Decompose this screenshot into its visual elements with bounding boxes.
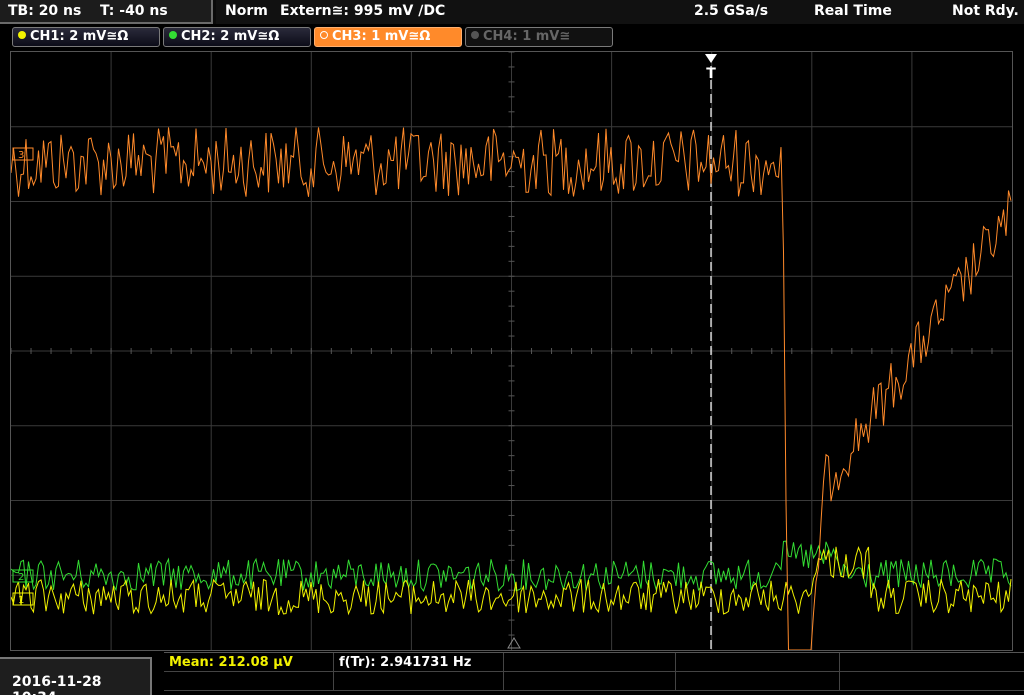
acquisition-state: Not Rdy. — [952, 3, 1019, 19]
trigger-marker-label: T — [706, 66, 716, 82]
channel-2-label: CH2: 2 mV≅Ω — [181, 29, 280, 44]
acquisition-mode: Real Time — [814, 3, 892, 19]
measurement-empty-cell — [840, 672, 1024, 691]
channel-1-marker-label: 1 — [18, 595, 24, 606]
channel-2-button[interactable]: CH2: 2 mV≅Ω — [163, 27, 311, 47]
measurement-empty-cell — [676, 653, 840, 672]
waveform-display[interactable]: T 3 2 1 — [10, 51, 1013, 651]
measurement-empty-cell — [840, 653, 1024, 672]
trigger-source: Extern≅: 995 mV ∕DC — [280, 3, 446, 19]
measurement-empty-cell — [504, 653, 676, 672]
channel-3-button[interactable]: CH3: 1 mV≅Ω — [314, 27, 462, 47]
timebase-box[interactable]: TB: 20 ns T: -40 ns — [0, 0, 213, 24]
trigger-mode: Norm — [225, 3, 268, 19]
datetime-box: 2016-11-28 10:34 — [0, 657, 152, 695]
trigger-position-icon[interactable] — [705, 54, 717, 63]
timebase-label: TB: 20 ns — [8, 3, 82, 19]
measurement-table[interactable]: Mean: 212.08 µV f(Tr): 2.941731 Hz — [164, 652, 1024, 695]
datetime-label: 2016-11-28 10:34 — [12, 674, 102, 695]
acquisition-status[interactable]: Norm Extern≅: 995 mV ∕DC 2.5 GSa/s Real … — [216, 0, 1024, 24]
channel-1-indicator-icon — [18, 31, 26, 39]
channel-4-label: CH4: 1 mV≅ — [483, 29, 571, 44]
measurement-empty-cell — [164, 672, 334, 691]
channel-2-indicator-icon — [169, 31, 177, 39]
channel-bar: CH1: 2 mV≅Ω CH2: 2 mV≅Ω CH3: 1 mV≅Ω CH4:… — [0, 24, 1024, 50]
channel-3-indicator-icon — [320, 31, 328, 39]
channel-3-label: CH3: 1 mV≅Ω — [332, 29, 431, 44]
measurement-empty-cell — [504, 672, 676, 691]
measurement-empty-cell — [676, 672, 840, 691]
channel-1-button[interactable]: CH1: 2 mV≅Ω — [12, 27, 160, 47]
channel-2-marker-label: 2 — [18, 572, 24, 583]
measurement-mean: Mean: 212.08 µV — [164, 653, 334, 672]
measurement-empty-cell — [334, 672, 504, 691]
waveform-canvas: T 3 2 1 — [11, 52, 1012, 650]
measurement-frequency: f(Tr): 2.941731 Hz — [334, 653, 504, 672]
time-offset-label: T: -40 ns — [100, 3, 168, 19]
channel-1-label: CH1: 2 mV≅Ω — [30, 29, 129, 44]
channel-3-offset-marker[interactable]: 3 — [12, 147, 34, 161]
channel-3-marker-label: 3 — [18, 150, 24, 161]
channel-4-button[interactable]: CH4: 1 mV≅ — [465, 27, 613, 47]
sample-rate: 2.5 GSa/s — [694, 3, 769, 19]
time-reference-icon — [507, 637, 521, 649]
channel-4-indicator-icon — [471, 31, 479, 39]
top-status-bar: TB: 20 ns T: -40 ns Norm Extern≅: 995 mV… — [0, 0, 1024, 24]
